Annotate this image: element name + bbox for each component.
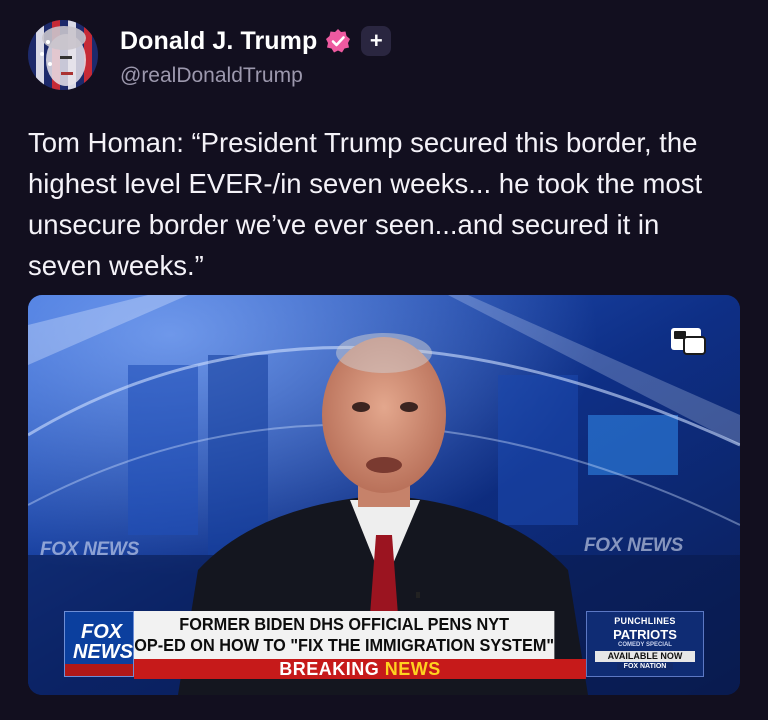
picture-in-picture-icon[interactable] [670,327,706,357]
author-row: Donald J. Trump + [120,26,392,56]
post-text: Tom Homan: “President Trump secured this… [28,127,703,281]
follow-button[interactable]: + [361,26,392,56]
promo-line-5: FOX NATION [617,663,673,670]
promo-line-3: COMEDY SPECIAL [618,642,672,648]
promo-box: PUNCHLINES PATRIOTS COMEDY SPECIAL AVAIL… [586,611,704,677]
logo-line-2: NEWS [73,641,133,663]
plus-icon: + [369,28,383,53]
news-chyron: FOX NEWS FORMER BIDEN DHS OFFICIAL PENS … [64,611,704,679]
logo-strip [65,664,133,676]
verified-badge-icon [326,29,351,53]
chyron-headline: FORMER BIDEN DHS OFFICIAL PENS NYT OP-ED… [134,611,555,659]
post-card: Donald J. Trump + @realDonaldTrump Tom H… [0,0,768,720]
watermark-left: FOX NEWS [40,539,139,560]
watermark-right: FOX NEWS [584,535,683,556]
author-display-name[interactable]: Donald J. Trump [120,27,317,56]
breaking-news-banner: BREAKING NEWS [134,659,586,679]
headline-line-2: OP-ED ON HOW TO "FIX THE IMMIGRATION SYS… [134,635,555,655]
headline-line-1: FORMER BIDEN DHS OFFICIAL PENS NYT [179,614,510,634]
fox-news-logo: FOX NEWS [64,611,134,677]
author-handle[interactable]: @realDonaldTrump [120,64,303,88]
avatar[interactable] [28,20,98,90]
logo-line-1: FOX [81,621,123,643]
promo-line-4: AVAILABLE NOW [595,651,695,662]
video-player[interactable]: FOX NEWS FOX NEWS FOX NEWS FORMER BIDEN … [28,295,740,695]
promo-line-1: PUNCHLINES [614,616,676,626]
news-label: NEWS [384,659,441,679]
promo-line-2: PATRIOTS [613,627,677,642]
breaking-label: BREAKING [279,659,380,679]
